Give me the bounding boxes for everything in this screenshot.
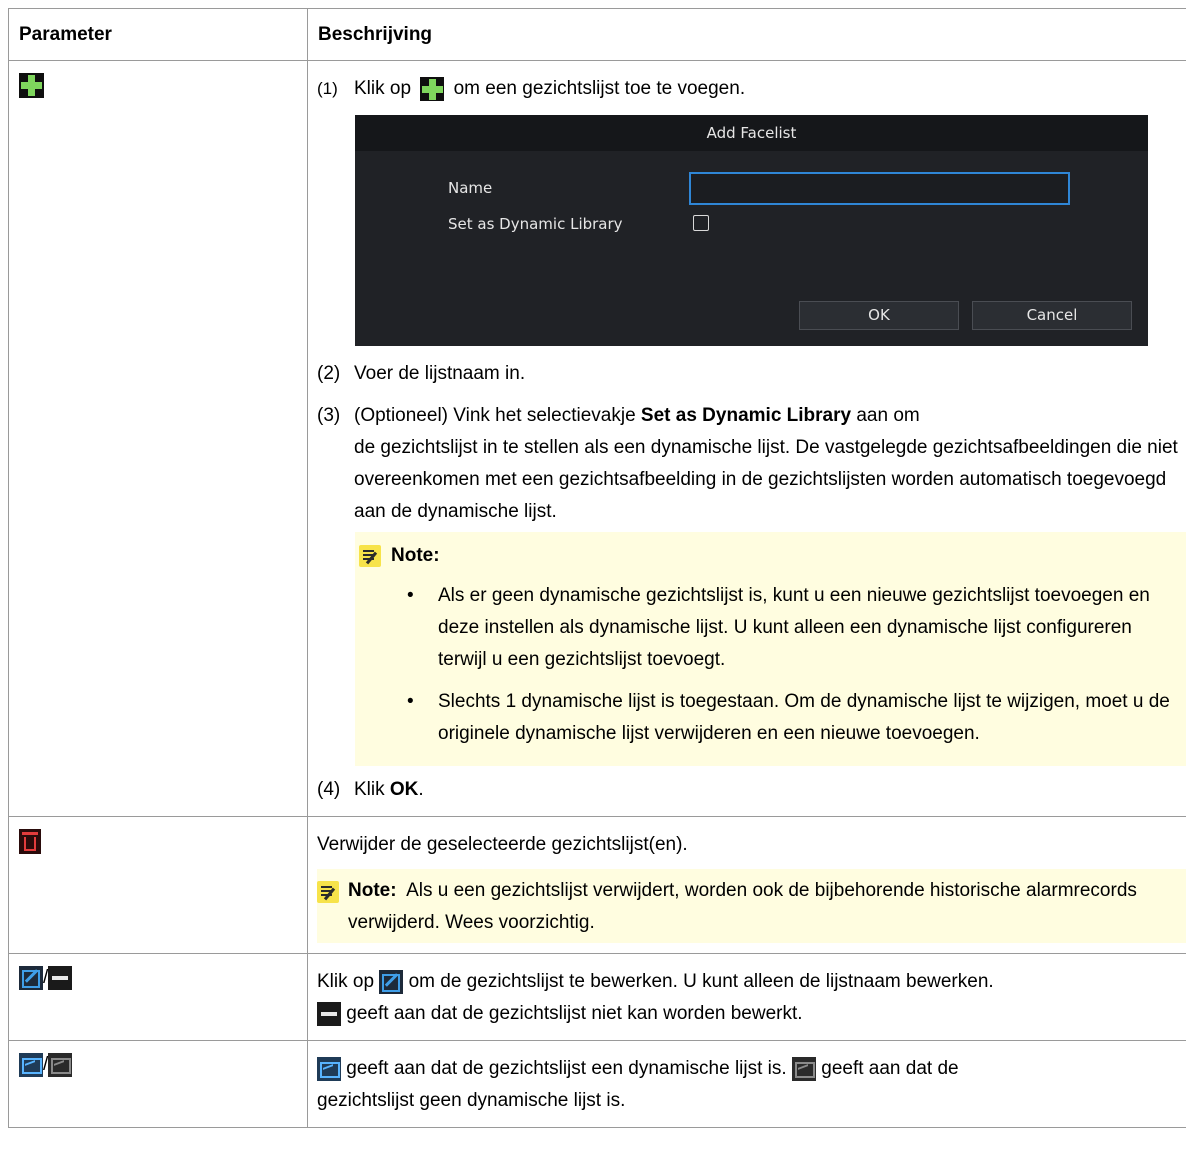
desc-cell-add: (1) Klik op om een gezichtslijst toe te … [307, 60, 1186, 817]
dynamic-library-icon [19, 1053, 43, 1077]
plus-icon [420, 76, 445, 101]
note-title: Note: [391, 545, 440, 566]
static-library-icon [48, 1053, 73, 1077]
step-1: (1) Klik op om een gezichtslijst toe te … [317, 73, 1186, 111]
note-title: Note: [348, 880, 397, 901]
minus-icon [317, 1001, 341, 1026]
step-number: (2) [317, 363, 341, 384]
desc-cell-delete: Verwijder de geselecteerde gezichtslijst… [307, 816, 1186, 954]
edit-text: om de gezichtslijst te bewerken. U kunt … [408, 971, 994, 992]
param-cell-delete [8, 816, 308, 954]
delete-text: Verwijder de geselecteerde gezichtslijst… [317, 834, 688, 855]
parameter-table: Parameter Beschrijving (1) Klik op om ee… [8, 8, 1186, 1128]
name-input[interactable] [689, 172, 1070, 205]
table-row-dynamic: / geeft aan dat de gezichtslijst een dyn… [8, 1040, 1186, 1128]
table-header-row: Parameter Beschrijving [8, 8, 1186, 61]
step-text: Voer de lijstnaam in. [354, 363, 526, 384]
list-item: Slechts 1 dynamische lijst is toegestaan… [359, 686, 1177, 750]
static-library-icon [791, 1056, 816, 1081]
dynamic-text: geeft aan dat de gezichtslijst een dynam… [346, 1058, 787, 1079]
dynamic-text: geeft aan dat de [821, 1058, 959, 1079]
step-3: (3) (Optioneel) Vink het selectievakje S… [317, 400, 1186, 528]
edit-icon [19, 966, 43, 990]
step-number: (1) [317, 79, 338, 98]
note-text: Als u een gezichtslijst verwijdert, word… [348, 880, 1137, 933]
step-text: Klik [354, 779, 385, 800]
note-list: Als er geen dynamische gezichtslijst is,… [359, 580, 1177, 750]
edit-icon [379, 969, 404, 994]
param-cell-dynamic: / [8, 1040, 308, 1128]
step-text: (Optioneel) Vink het selectievakje [354, 405, 636, 426]
desc-cell-dynamic: geeft aan dat de gezichtslijst een dynam… [307, 1040, 1186, 1128]
step-text: om een gezichtslijst toe te voegen. [453, 78, 746, 99]
table-row-edit: / Klik op om de gezichtslijst te bewerke… [8, 953, 1186, 1041]
table-row-delete: Verwijder de geselecteerde gezichtslijst… [8, 816, 1186, 954]
step-2: (2) Voer de lijstnaam in. [317, 358, 1186, 390]
list-item: Als er geen dynamische gezichtslijst is,… [359, 580, 1177, 676]
step-number: (3) [317, 405, 341, 426]
dynamic-library-checkbox[interactable] [693, 215, 709, 231]
add-facelist-dialog: Add Facelist Name Set as Dynamic Library… [355, 115, 1148, 346]
note-box: Note: Als er geen dynamische gezichtslij… [355, 532, 1186, 766]
note-box: Note: Als u een gezichtslijst verwijdert… [317, 869, 1186, 943]
step-text: de gezichtslijst in te stellen als een d… [354, 437, 1178, 522]
step-4: (4) Klik OK. [317, 774, 1186, 806]
dynamic-library-icon [317, 1056, 341, 1081]
param-cell-edit: / [8, 953, 308, 1041]
step-text-bold: Set as Dynamic Library [640, 405, 852, 426]
note-icon [359, 545, 381, 567]
ok-button[interactable]: OK [799, 301, 959, 330]
step-text: Klik op [354, 78, 412, 99]
step-text: aan om [856, 405, 920, 426]
plus-icon [19, 73, 44, 98]
name-label: Name [448, 179, 493, 197]
param-cell-add [8, 60, 308, 817]
cancel-button[interactable]: Cancel [972, 301, 1132, 330]
header-description: Beschrijving [307, 8, 1186, 61]
minus-icon [48, 966, 73, 990]
step-text-bold: OK [389, 779, 419, 800]
table-row-add: (1) Klik op om een gezichtslijst toe te … [8, 60, 1186, 817]
step-text: . [418, 779, 424, 800]
step-number: (4) [317, 779, 341, 800]
edit-text: geeft aan dat de gezichtslijst niet kan … [346, 1003, 803, 1024]
edit-text: Klik op [317, 971, 375, 992]
dynamic-library-label: Set as Dynamic Library [448, 215, 623, 233]
desc-cell-edit: Klik op om de gezichtslijst te bewerken.… [307, 953, 1186, 1041]
note-icon [317, 881, 339, 903]
trash-icon [19, 829, 41, 854]
dialog-title: Add Facelist [355, 115, 1148, 151]
dynamic-text: gezichtslijst geen dynamische lijst is. [317, 1090, 626, 1111]
header-parameter: Parameter [8, 8, 308, 61]
